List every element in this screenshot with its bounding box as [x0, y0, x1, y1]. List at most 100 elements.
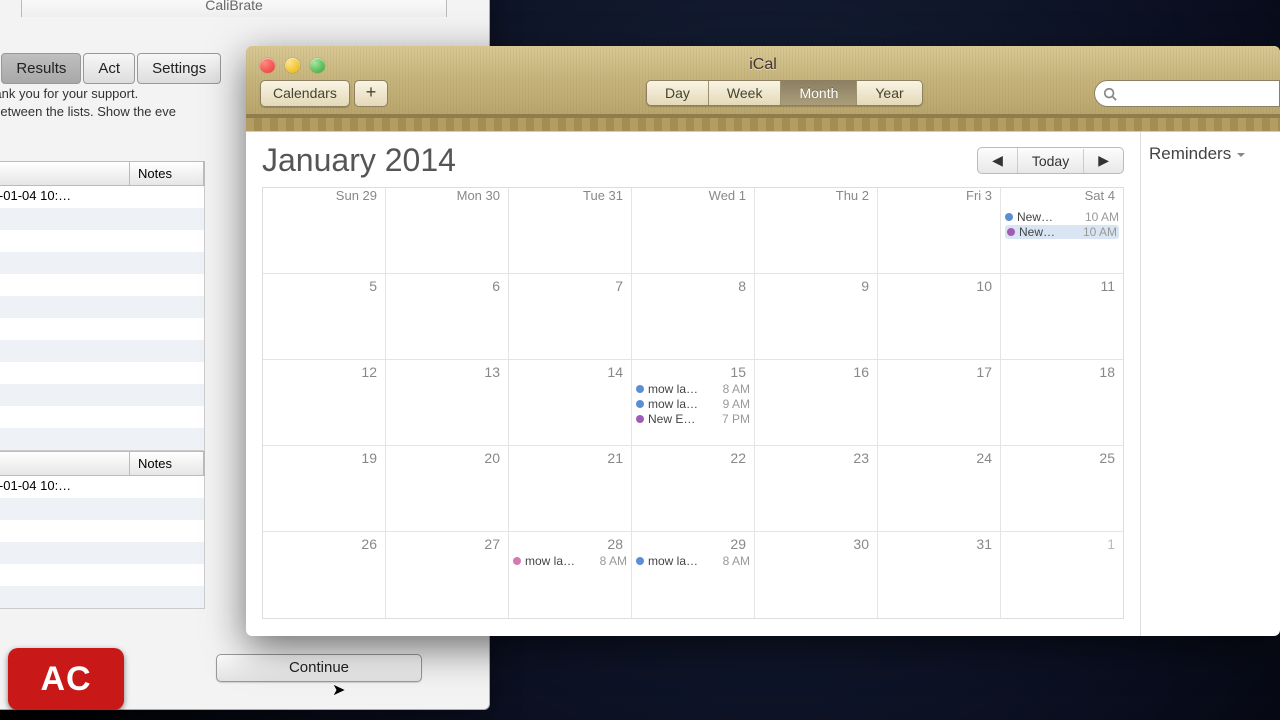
table-row — [0, 428, 204, 450]
ical-titlebar: iCal Calendars + Day Week Month Year — [246, 46, 1280, 118]
ical-window: iCal Calendars + Day Week Month Year Jan… — [246, 46, 1280, 636]
event-item[interactable]: mow la…8 AM — [636, 554, 750, 568]
event-item[interactable]: New…10 AM — [1005, 225, 1119, 239]
events-wed15: mow la…8 AM mow la…9 AM New E…7 PM — [636, 382, 750, 427]
next-month-button[interactable]: ▶ — [1084, 148, 1123, 173]
search-icon — [1103, 87, 1117, 101]
tab-settings[interactable]: Settings — [137, 53, 221, 84]
day-cell[interactable]: Fri 3 — [878, 188, 1001, 273]
view-month[interactable]: Month — [781, 81, 857, 105]
day-cell[interactable]: Thu 2 — [755, 188, 878, 273]
table-row — [0, 498, 204, 520]
calendar-dot-icon — [636, 400, 644, 408]
col-notes[interactable]: Notes — [130, 452, 204, 475]
continue-button[interactable]: Continue — [216, 654, 422, 682]
calibrate-tabbar: h Results Act Settings — [0, 53, 223, 84]
window-title: iCal — [246, 56, 1280, 74]
view-week[interactable]: Week — [709, 81, 782, 105]
table-row — [0, 406, 204, 428]
view-segmented: Day Week Month Year — [646, 80, 923, 106]
event-item[interactable]: mow la…8 AM — [513, 554, 627, 568]
day-cell[interactable]: 23 — [755, 446, 878, 531]
col-date[interactable]: Date — [0, 452, 130, 475]
day-cell[interactable]: 5 — [263, 274, 386, 359]
table-row[interactable]: 2014-01-04 10:… — [0, 186, 204, 208]
stitch-decoration — [246, 118, 1280, 132]
day-cell[interactable]: 21 — [509, 446, 632, 531]
table-row — [0, 208, 204, 230]
table-row — [0, 274, 204, 296]
events-tue28: mow la…8 AM — [513, 554, 627, 569]
day-cell[interactable]: 20 — [386, 446, 509, 531]
day-cell[interactable]: 16 — [755, 360, 878, 445]
search-input[interactable] — [1094, 80, 1280, 107]
day-cell[interactable]: 27 — [386, 532, 509, 618]
calendar-main: January 2014 ◀ Today ▶ Sun 29 Mon 30 Tue… — [246, 132, 1140, 636]
calendar-dot-icon — [636, 385, 644, 393]
day-cell[interactable]: Wed 1 — [632, 188, 755, 273]
month-nav: ◀ Today ▶ — [977, 147, 1124, 174]
today-button[interactable]: Today — [1018, 149, 1084, 173]
calendar-dot-icon — [513, 557, 521, 565]
tab-act[interactable]: Act — [83, 53, 135, 84]
results-table-2: Date Notes 2014-01-04 10:… — [0, 451, 205, 609]
day-cell[interactable]: 14 — [509, 360, 632, 445]
table-row — [0, 318, 204, 340]
day-cell[interactable]: 29 mow la…8 AM — [632, 532, 755, 618]
view-day[interactable]: Day — [647, 81, 709, 105]
calendar-dot-icon — [636, 415, 644, 423]
reminders-heading[interactable]: Reminders — [1149, 144, 1272, 164]
day-cell[interactable]: 26 — [263, 532, 386, 618]
tab-results[interactable]: Results — [1, 53, 81, 84]
day-cell[interactable]: 24 — [878, 446, 1001, 531]
col-date[interactable]: Date — [0, 162, 130, 185]
day-cell[interactable]: Sat 4 New…10 AM New…10 AM — [1001, 188, 1123, 273]
day-cell[interactable]: 7 — [509, 274, 632, 359]
month-title: January 2014 — [262, 142, 456, 179]
table-row[interactable]: 2014-01-04 10:… — [0, 476, 204, 498]
day-cell[interactable]: 12 — [263, 360, 386, 445]
event-item[interactable]: mow la…8 AM — [636, 382, 750, 396]
day-cell[interactable]: 18 — [1001, 360, 1123, 445]
day-cell[interactable]: 9 — [755, 274, 878, 359]
day-cell[interactable]: 8 — [632, 274, 755, 359]
ac-badge: AC — [8, 648, 124, 710]
day-cell[interactable]: Mon 30 — [386, 188, 509, 273]
day-cell[interactable]: 28 mow la…8 AM — [509, 532, 632, 618]
calendar-dot-icon — [1007, 228, 1015, 236]
calendar-dot-icon — [636, 557, 644, 565]
calendars-button[interactable]: Calendars — [260, 80, 350, 107]
day-cell[interactable]: 22 — [632, 446, 755, 531]
month-grid: Sun 29 Mon 30 Tue 31 Wed 1 Thu 2 Fri 3 S… — [262, 187, 1124, 619]
day-cell[interactable]: 11 — [1001, 274, 1123, 359]
add-event-button[interactable]: + — [354, 80, 388, 107]
view-year[interactable]: Year — [857, 81, 921, 105]
event-item[interactable]: New…10 AM — [1005, 210, 1119, 224]
table-row — [0, 252, 204, 274]
day-cell[interactable]: 13 — [386, 360, 509, 445]
events-sat4: New…10 AM New…10 AM — [1005, 210, 1119, 240]
calendar-dot-icon — [1005, 213, 1013, 221]
day-cell[interactable]: 31 — [878, 532, 1001, 618]
day-cell[interactable]: 25 — [1001, 446, 1123, 531]
day-cell[interactable]: 15 mow la…8 AM mow la…9 AM New E…7 PM — [632, 360, 755, 445]
day-cell[interactable]: Tue 31 — [509, 188, 632, 273]
prev-month-button[interactable]: ◀ — [978, 148, 1018, 173]
table-row — [0, 296, 204, 318]
reminders-panel: Reminders — [1140, 132, 1280, 636]
results-table-1: Date Notes 2014-01-04 10:… — [0, 161, 205, 451]
table-row — [0, 564, 204, 586]
table-row — [0, 230, 204, 252]
event-item[interactable]: mow la…9 AM — [636, 397, 750, 411]
event-item[interactable]: New E…7 PM — [636, 412, 750, 426]
col-notes[interactable]: Notes — [130, 162, 204, 185]
day-cell[interactable]: 17 — [878, 360, 1001, 445]
day-cell[interactable]: Sun 29 — [263, 188, 386, 273]
day-cell[interactable]: 1 — [1001, 532, 1123, 618]
day-cell[interactable]: 19 — [263, 446, 386, 531]
day-cell[interactable]: 30 — [755, 532, 878, 618]
window-tab-calibrate[interactable]: CaliBrate — [21, 0, 447, 17]
day-cell[interactable]: 10 — [878, 274, 1001, 359]
day-cell[interactable]: 6 — [386, 274, 509, 359]
events-wed29: mow la…8 AM — [636, 554, 750, 569]
